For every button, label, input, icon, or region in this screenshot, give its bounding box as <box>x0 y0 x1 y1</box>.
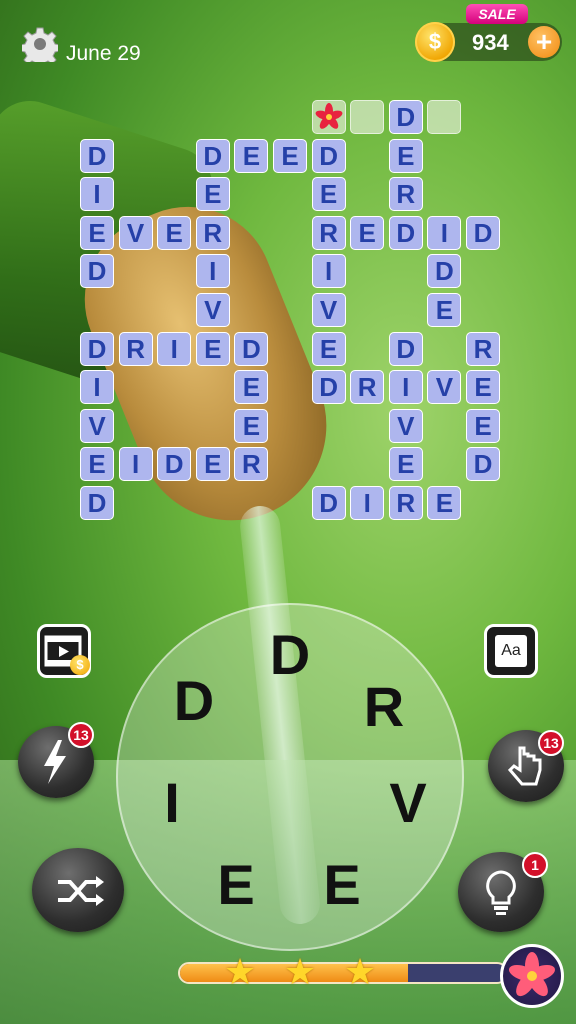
grid-tile: D <box>80 254 114 289</box>
grid-tile-bonus <box>311 100 346 134</box>
grid-tile: E <box>466 370 500 405</box>
grid-tile: E <box>350 215 385 250</box>
wheel-letter[interactable]: E <box>312 855 372 915</box>
sale-badge[interactable]: SALE <box>466 4 528 24</box>
grid-tile: D <box>466 215 500 250</box>
grid-tile: I <box>80 177 114 212</box>
grid-tile: E <box>311 177 346 212</box>
grid-tile: D <box>388 100 423 134</box>
grid-tile: I <box>118 447 153 482</box>
lightning-count-badge: 13 <box>68 722 94 748</box>
grid-tile: I <box>388 370 423 405</box>
grid-tile: E <box>157 215 192 250</box>
grid-tile: E <box>273 138 307 173</box>
flower-icon <box>509 952 555 997</box>
finger-count-badge: 13 <box>538 730 564 756</box>
grid-tile: D <box>311 486 346 520</box>
grid-tile: I <box>350 486 385 520</box>
grid-tile: V <box>311 293 346 327</box>
grid-tile: V <box>80 408 114 443</box>
flower-collection-button[interactable] <box>500 944 564 1008</box>
grid-tile: R <box>311 215 346 250</box>
flower-icon <box>315 103 343 129</box>
grid-tile: E <box>80 447 114 482</box>
wheel-letter[interactable]: D <box>164 671 224 731</box>
grid-tile: D <box>311 138 346 173</box>
coin-small-icon: $ <box>70 655 90 675</box>
grid-tile-empty <box>427 100 462 134</box>
grid-tile: E <box>388 138 423 173</box>
shuffle-button[interactable] <box>32 848 124 932</box>
grid-tile: E <box>388 447 423 482</box>
gear-icon[interactable] <box>22 26 58 62</box>
grid-tile: D <box>234 331 269 366</box>
grid-tile: V <box>427 370 462 405</box>
grid-tile: D <box>195 138 230 173</box>
grid-tile: E <box>195 177 230 212</box>
grid-tile: R <box>234 447 269 482</box>
add-coins-button[interactable]: + <box>528 26 560 58</box>
grid-tile: R <box>195 215 230 250</box>
grid-tile: E <box>195 447 230 482</box>
grid-tile: R <box>388 486 423 520</box>
grid-tile: R <box>466 331 500 366</box>
grid-tile: D <box>427 254 462 289</box>
star-icon: ★ <box>283 951 317 992</box>
grid-tile: D <box>157 447 192 482</box>
grid-tile: E <box>195 331 230 366</box>
grid-tile: I <box>195 254 230 289</box>
grid-tile: E <box>234 408 269 443</box>
grid-tile: D <box>311 370 346 405</box>
grid-tile: E <box>427 486 462 520</box>
grid-tile: I <box>427 215 462 250</box>
star-icon: ★ <box>343 951 377 992</box>
grid-tile: I <box>80 370 114 405</box>
grid-tile: D <box>388 331 423 366</box>
grid-tile: D <box>80 486 114 520</box>
coin-icon: $ <box>415 22 455 62</box>
grid-tile: V <box>195 293 230 327</box>
grid-tile: D <box>80 331 114 366</box>
grid-tile: I <box>311 254 346 289</box>
star-icon: ★ <box>223 951 257 992</box>
font-size-button[interactable]: Aa <box>484 624 538 678</box>
grid-tile: V <box>118 215 153 250</box>
hint-count-badge: 1 <box>522 852 548 878</box>
font-label: Aa <box>495 635 527 667</box>
wheel-letter[interactable]: I <box>142 773 202 833</box>
grid-tile: E <box>234 138 269 173</box>
grid-tile: D <box>466 447 500 482</box>
wheel-letter[interactable]: R <box>354 677 414 737</box>
grid-tile: D <box>388 215 423 250</box>
grid-tile: E <box>427 293 462 327</box>
grid-tile-empty <box>350 100 385 134</box>
shuffle-icon <box>58 876 104 906</box>
video-reward-button[interactable]: $ <box>37 624 91 678</box>
grid-tile: I <box>157 331 192 366</box>
grid-tile: E <box>466 408 500 443</box>
grid-tile: E <box>311 331 346 366</box>
letter-wheel[interactable]: D R V E E I D <box>116 603 464 951</box>
grid-tile: R <box>350 370 385 405</box>
wheel-letter[interactable]: V <box>378 773 438 833</box>
wheel-letter[interactable]: D <box>260 625 320 685</box>
grid-tile: R <box>118 331 153 366</box>
grid-tile: E <box>80 215 114 250</box>
wheel-letter[interactable]: E <box>206 855 266 915</box>
grid-tile: V <box>388 408 423 443</box>
date-label: June 29 <box>66 42 141 65</box>
grid-tile: E <box>234 370 269 405</box>
grid-tile: R <box>388 177 423 212</box>
grid-tile: D <box>80 138 114 173</box>
coin-count: 934 <box>472 30 509 55</box>
